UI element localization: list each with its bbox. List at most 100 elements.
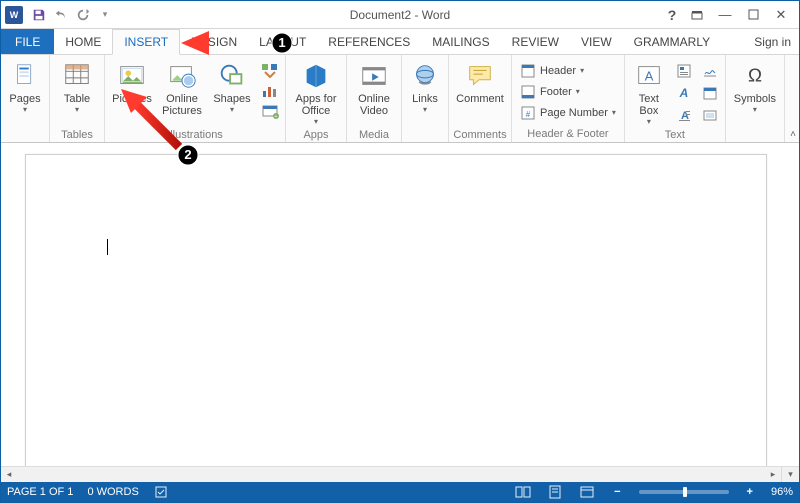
document-workspace: ◂ ▸ ▾	[1, 144, 799, 482]
text-cursor	[107, 239, 108, 255]
tab-references[interactable]: REFERENCES	[317, 29, 421, 54]
pictures-button[interactable]: Pictures	[109, 57, 155, 127]
document-page[interactable]	[25, 154, 767, 482]
date-time-icon[interactable]	[699, 83, 721, 103]
symbols-label: Symbols	[734, 93, 776, 105]
status-bar: PAGE 1 OF 1 0 WORDS − + 96%	[1, 482, 799, 502]
online-video-label: Online Video	[358, 93, 390, 117]
minimize-icon[interactable]: —	[711, 2, 739, 27]
web-layout-icon[interactable]	[578, 483, 596, 501]
status-words[interactable]: 0 WORDS	[87, 486, 138, 498]
group-tables-label: Tables	[61, 127, 93, 143]
chevron-down-icon: ▾	[576, 89, 580, 95]
drop-cap-icon[interactable]: A	[673, 105, 695, 125]
links-label: Links	[412, 93, 438, 105]
screenshot-icon[interactable]: +	[259, 101, 281, 121]
apps-label: Apps for Office	[296, 93, 337, 117]
header-label: Header	[540, 65, 576, 77]
read-mode-icon[interactable]	[514, 483, 532, 501]
zoom-out-icon[interactable]: −	[610, 486, 624, 498]
word-window: W ▾ Document2 - Word ? — ✕ FILE HOME INS…	[0, 0, 800, 503]
text-box-button[interactable]: A Text Box ▾	[629, 57, 669, 127]
tab-design[interactable]: DESIGN	[180, 29, 248, 54]
spellcheck-icon[interactable]	[153, 483, 171, 501]
svg-text:A: A	[645, 69, 654, 84]
group-pages: Pages ▾	[1, 55, 50, 142]
scroll-down-icon[interactable]: ▾	[781, 466, 799, 482]
links-button[interactable]: Links ▾	[406, 57, 444, 127]
page-number-button[interactable]: # Page Number ▾	[516, 102, 620, 123]
chevron-down-icon: ▾	[753, 107, 757, 113]
apps-for-office-button[interactable]: Apps for Office ▾	[290, 57, 342, 127]
group-illustrations: Pictures Online Pictures Shapes ▾ + Illu	[105, 55, 286, 142]
tab-mailings[interactable]: MAILINGS	[421, 29, 500, 54]
online-video-button[interactable]: Online Video	[351, 57, 397, 127]
horizontal-scrollbar[interactable]: ◂ ▸	[1, 466, 781, 482]
tab-review[interactable]: REVIEW	[501, 29, 570, 54]
word-logo-icon: W	[5, 6, 23, 24]
print-layout-icon[interactable]	[546, 483, 564, 501]
save-icon[interactable]	[29, 5, 49, 25]
symbols-button[interactable]: Ω Symbols ▾	[730, 57, 780, 127]
group-symbols: Ω Symbols ▾	[726, 55, 785, 142]
svg-text:#: #	[526, 110, 531, 119]
group-media: Online Video Media	[347, 55, 402, 142]
group-text: A Text Box ▾ A A Text	[625, 55, 726, 142]
chevron-down-icon: ▾	[75, 107, 79, 113]
group-illustrations-label: Illustrations	[167, 127, 223, 143]
tab-home[interactable]: HOME	[54, 29, 112, 54]
chevron-down-icon: ▾	[314, 119, 318, 125]
table-button[interactable]: Table ▾	[54, 57, 100, 127]
tab-view[interactable]: VIEW	[570, 29, 623, 54]
table-label: Table	[64, 93, 90, 105]
footer-button[interactable]: Footer ▾	[516, 81, 584, 102]
svg-text:A: A	[679, 86, 689, 100]
illustrations-mini-column: +	[259, 57, 281, 121]
maximize-icon[interactable]	[739, 2, 767, 27]
chevron-down-icon: ▾	[647, 119, 651, 125]
sign-in-link[interactable]: Sign in	[746, 29, 799, 54]
scroll-left-icon[interactable]: ◂	[1, 467, 17, 483]
close-icon[interactable]: ✕	[767, 2, 795, 27]
comment-label: Comment	[456, 93, 504, 105]
zoom-level[interactable]: 96%	[771, 486, 793, 498]
zoom-in-icon[interactable]: +	[743, 486, 757, 498]
qat-customize-icon[interactable]: ▾	[95, 5, 115, 25]
group-apps-label: Apps	[303, 127, 328, 143]
tab-insert[interactable]: INSERT	[112, 29, 180, 55]
tab-file[interactable]: FILE	[1, 29, 54, 54]
header-icon	[520, 63, 536, 79]
zoom-slider[interactable]	[639, 490, 729, 494]
online-pictures-button[interactable]: Online Pictures	[159, 57, 205, 127]
header-button[interactable]: Header ▾	[516, 60, 588, 81]
scroll-track[interactable]	[17, 470, 765, 480]
ribbon-display-icon[interactable]	[683, 2, 711, 27]
tab-grammarly[interactable]: GRAMMARLY	[623, 29, 721, 54]
pictures-label: Pictures	[112, 93, 152, 105]
help-icon[interactable]: ?	[661, 2, 683, 27]
chevron-down-icon: ▾	[423, 107, 427, 113]
undo-icon[interactable]	[51, 5, 71, 25]
status-page[interactable]: PAGE 1 OF 1	[7, 486, 73, 498]
object-icon[interactable]	[699, 105, 721, 125]
smartart-icon[interactable]	[259, 61, 281, 81]
redo-icon[interactable]	[73, 5, 93, 25]
group-apps: Apps for Office ▾ Apps	[286, 55, 347, 142]
page-number-label: Page Number	[540, 107, 608, 119]
scroll-right-icon[interactable]: ▸	[765, 467, 781, 483]
title-bar: W ▾ Document2 - Word ? — ✕	[1, 1, 799, 29]
comment-button[interactable]: Comment	[453, 57, 507, 127]
signature-line-icon[interactable]	[699, 61, 721, 81]
quick-parts-icon[interactable]	[673, 61, 695, 81]
collapse-ribbon-icon[interactable]: ˄	[790, 129, 796, 140]
chart-icon[interactable]	[259, 81, 281, 101]
shapes-button[interactable]: Shapes ▾	[209, 57, 255, 127]
shapes-label: Shapes	[213, 93, 250, 105]
text-box-label: Text Box	[639, 93, 659, 117]
pages-button[interactable]: Pages ▾	[5, 57, 45, 127]
svg-text:+: +	[275, 114, 278, 119]
ribbon-insert: Pages ▾ Table ▾ Tables Pictur	[1, 55, 799, 143]
wordart-icon[interactable]: A	[673, 83, 695, 103]
tab-layout[interactable]: LAYOUT	[248, 29, 317, 54]
chevron-down-icon: ▾	[580, 68, 584, 74]
